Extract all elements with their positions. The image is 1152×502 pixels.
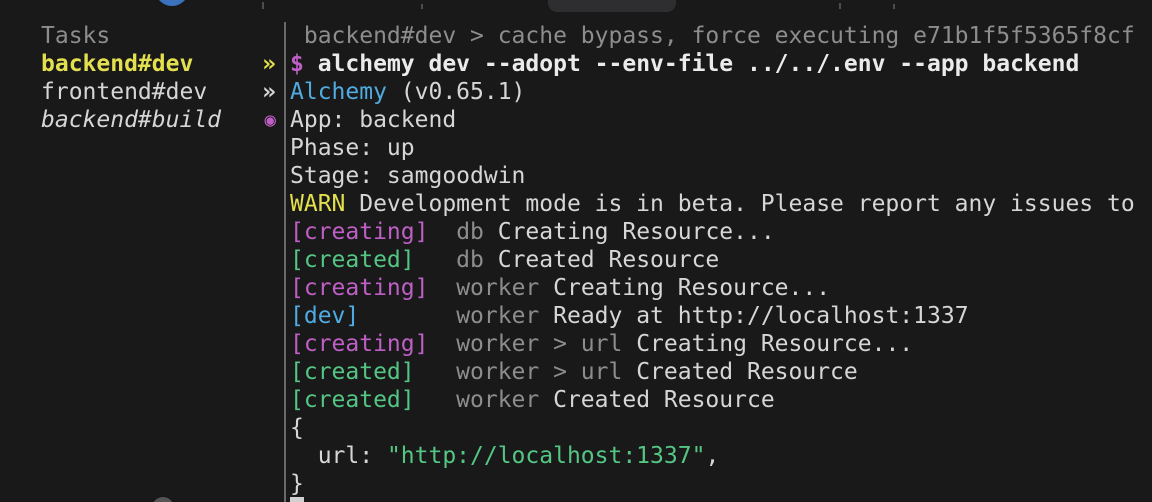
terminal-text-segment — [415, 387, 457, 413]
terminal-text-segment: Development mode is in beta. Please repo… — [345, 191, 1134, 217]
tasks-sidebar: Tasks backend#dev»frontend#dev»backend#b… — [0, 22, 284, 502]
terminal-text-segment: WARN — [290, 191, 345, 217]
terminal-line: } — [290, 470, 1152, 498]
terminal-line: App: backend — [290, 106, 1152, 134]
task-list: backend#dev » frontend#dev » backend#build ◉ — [41, 50, 284, 134]
sidebar-item-backend-dev[interactable]: backend#dev » — [41, 50, 284, 78]
task-runner-tui: Tasks backend#dev»frontend#dev»backend#b… — [0, 22, 1152, 502]
terminal-text-segment: backend#dev > cache bypass, force execut… — [290, 23, 1135, 49]
terminal-text-segment: worker — [456, 387, 539, 413]
terminal-text-segment — [415, 247, 457, 273]
terminal-text-segment: "http://localhost:1337" — [387, 443, 706, 469]
terminal-text-segment: (v0.65.1) — [387, 79, 525, 105]
terminal-line: backend#dev > cache bypass, force execut… — [290, 22, 1152, 50]
terminal-text-segment: Creating Resource... — [484, 219, 775, 245]
top-edge-artifact — [421, 4, 423, 9]
terminal-line: Phase: up — [290, 134, 1152, 162]
terminal-line: [creating] db Creating Resource... — [290, 218, 1152, 246]
terminal-line: $ alchemy dev --adopt --env-file ../../.… — [290, 50, 1152, 78]
terminal-line: { — [290, 414, 1152, 442]
task-label: backend#dev — [41, 51, 193, 77]
top-edge-artifact — [893, 4, 895, 9]
terminal-text-segment — [359, 303, 456, 329]
terminal-line: Alchemy (v0.65.1) — [290, 78, 1152, 106]
terminal-cursor — [290, 497, 304, 502]
terminal-text-segment — [415, 359, 457, 385]
terminal-text-segment — [428, 219, 456, 245]
terminal-line: [dev] worker Ready at http://localhost:1… — [290, 302, 1152, 330]
terminal-line: [created] worker Created Resource — [290, 386, 1152, 414]
terminal-text-segment: Alchemy — [290, 79, 387, 105]
terminal-screen: Tasks backend#dev»frontend#dev»backend#b… — [0, 0, 1152, 502]
terminal-text-segment: db — [456, 247, 484, 273]
terminal-text-segment — [428, 275, 456, 301]
terminal-text-segment: [created] — [290, 387, 415, 413]
terminal-text-segment: Creating Resource... — [622, 331, 913, 357]
partial-tab-shape — [548, 0, 676, 12]
terminal-text-segment: App: backend — [290, 107, 456, 133]
terminal-line: url: "http://localhost:1337", — [290, 442, 1152, 470]
terminal-text-segment: worker > url — [456, 331, 622, 357]
terminal-text-segment: worker — [456, 303, 539, 329]
terminal-text-segment: Stage: samgoodwin — [290, 163, 525, 189]
task-label: backend#build — [41, 107, 221, 133]
double-chevron-icon: » — [262, 78, 276, 106]
tasks-sidebar-title: Tasks — [41, 22, 284, 50]
terminal-line: [creating] worker Creating Resource... — [290, 274, 1152, 302]
partial-blue-app-icon — [155, 0, 189, 6]
terminal-text-segment: Phase: up — [290, 135, 415, 161]
terminal-output[interactable]: backend#dev > cache bypass, force execut… — [286, 22, 1152, 502]
terminal-text-segment: worker > url — [456, 359, 622, 385]
sidebar-item-backend-build[interactable]: backend#build ◉ — [41, 106, 284, 134]
double-chevron-icon: » — [262, 50, 276, 78]
terminal-text-segment: [created] — [290, 359, 415, 385]
terminal-line: [creating] worker > url Creating Resourc… — [290, 330, 1152, 358]
terminal-text-segment: [dev] — [290, 303, 359, 329]
terminal-text-segment: $ — [290, 51, 304, 77]
terminal-text-segment: Created Resource — [622, 359, 857, 385]
sidebar-item-frontend-dev[interactable]: frontend#dev » — [41, 78, 284, 106]
terminal-text-segment: worker — [456, 275, 539, 301]
circle-dot-icon: ◉ — [265, 106, 276, 134]
terminal-text-segment — [428, 331, 456, 357]
terminal-line: [created] worker > url Created Resource — [290, 358, 1152, 386]
terminal-text-segment: alchemy dev --adopt --env-file ../../.en… — [304, 51, 1079, 77]
terminal-text-segment: Creating Resource... — [539, 275, 830, 301]
terminal-text-segment: } — [290, 471, 304, 497]
top-edge-artifact — [262, 2, 264, 9]
terminal-text-segment: { — [290, 415, 304, 441]
task-label: frontend#dev — [41, 79, 207, 105]
terminal-line: WARN Development mode is in beta. Please… — [290, 190, 1152, 218]
terminal-text-segment: [created] — [290, 247, 415, 273]
terminal-text-segment: , — [705, 443, 719, 469]
terminal-line: Stage: samgoodwin — [290, 162, 1152, 190]
terminal-text-segment: Ready at http://localhost:1337 — [539, 303, 968, 329]
terminal-text-segment: [creating] — [290, 219, 428, 245]
terminal-text-segment: [creating] — [290, 331, 428, 357]
terminal-line: [created] db Created Resource — [290, 246, 1152, 274]
terminal-text-segment: url: — [290, 443, 387, 469]
terminal-text-segment: Created Resource — [539, 387, 774, 413]
terminal-text-segment: [creating] — [290, 275, 428, 301]
top-edge-artifact — [839, 3, 841, 9]
terminal-text-segment: db — [456, 219, 484, 245]
terminal-text-segment: Created Resource — [484, 247, 719, 273]
